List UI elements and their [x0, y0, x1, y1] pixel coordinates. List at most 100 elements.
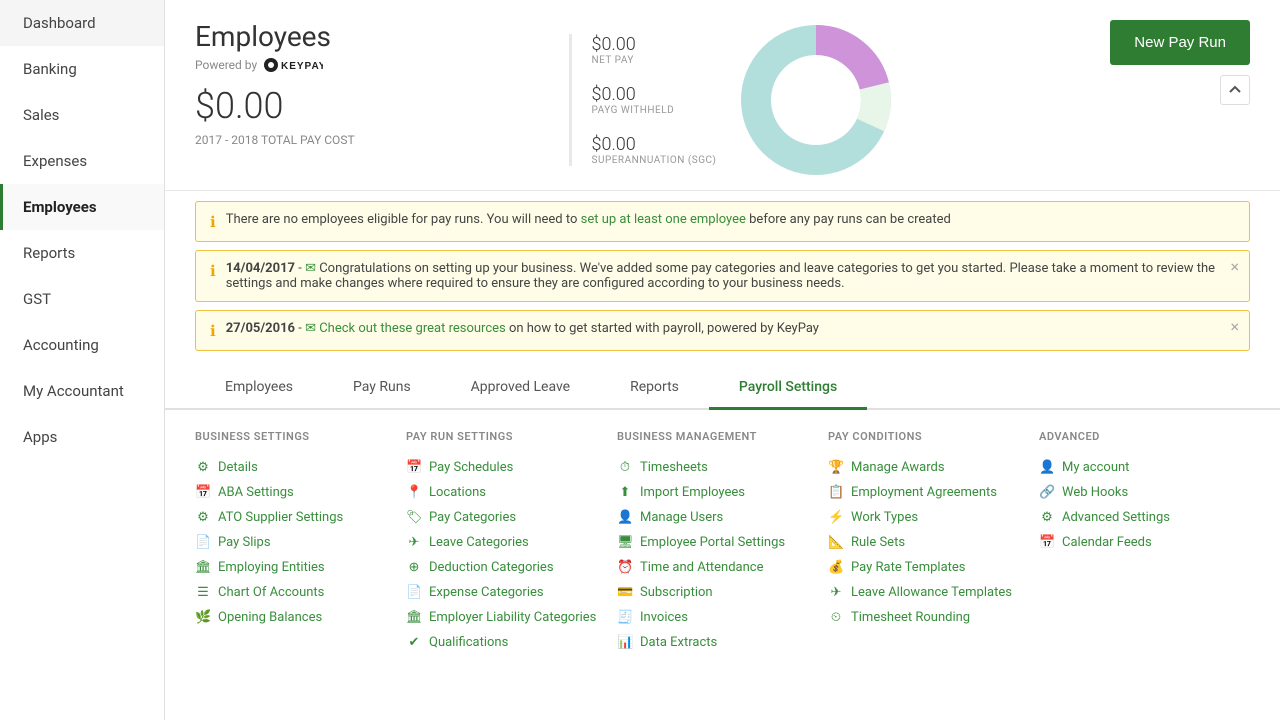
tab-pay-runs[interactable]: Pay Runs — [323, 367, 441, 410]
doc-icon: 📄 — [195, 535, 211, 550]
payroll-settings-grid: BUSINESS SETTINGS⚙Details📅ABA Settings⚙A… — [165, 410, 1280, 720]
bank-icon: 🏛 — [406, 610, 422, 625]
header-stats-row: $0.00NET PAY$0.00PAYG WITHHELD$0.00SUPER… — [569, 20, 897, 180]
settings-item-qualifications[interactable]: ✔Qualifications — [406, 630, 617, 655]
settings-item-label: Import Employees — [640, 485, 745, 500]
sidebar-item-apps[interactable]: Apps — [0, 414, 164, 460]
user-icon: 👤 — [617, 510, 633, 525]
stat-bars: $0.00NET PAY$0.00PAYG WITHHELD$0.00SUPER… — [569, 34, 717, 166]
settings-section-title: PAY RUN SETTINGS — [406, 430, 617, 443]
stat-label-2: SUPERANNUATION (SGC) — [592, 155, 717, 166]
webhook-icon: 🔗 — [1039, 485, 1055, 500]
settings-column-advanced: ADVANCED 👤My account🔗Web Hooks⚙Advanced S… — [1039, 430, 1250, 700]
settings-item-locations[interactable]: 📍 Locations — [406, 480, 617, 505]
settings-item-timesheets[interactable]: ⏱Timesheets — [617, 455, 828, 480]
tab-employees[interactable]: Employees — [195, 367, 323, 410]
settings-item-pay-slips[interactable]: 📄 Pay Slips — [195, 530, 406, 555]
settings-item-data-extracts[interactable]: 📊Data Extracts — [617, 630, 828, 655]
close-notification-3[interactable]: × — [1230, 319, 1239, 335]
warning-icon-3: ℹ — [210, 322, 216, 340]
setup-employee-link[interactable]: set up at least one employee — [581, 212, 746, 227]
gear-icon: ⚙ — [195, 460, 211, 475]
settings-item-label: Manage Users — [640, 510, 723, 525]
settings-item-label: Deduction Categories — [429, 560, 554, 575]
settings-item-pay-schedules[interactable]: 📅Pay Schedules — [406, 455, 617, 480]
settings-item-work-types[interactable]: ⚡Work Types — [828, 505, 1039, 530]
settings-item-rule-sets[interactable]: 📐Rule Sets — [828, 530, 1039, 555]
sidebar-item-employees[interactable]: Employees — [0, 184, 164, 230]
settings-item-subscription[interactable]: 💳Subscription — [617, 580, 828, 605]
settings-item-employing-entities[interactable]: 🏛 Employing Entities — [195, 555, 406, 580]
settings-item-invoices[interactable]: 🧾Invoices — [617, 605, 828, 630]
notification-3-text: 27/05/2016 - ✉ Check out these great res… — [226, 321, 819, 336]
tab-payroll-settings[interactable]: Payroll Settings — [709, 367, 867, 410]
settings-item-aba-settings[interactable]: 📅 ABA Settings — [195, 480, 406, 505]
settings-item-deduction-categories[interactable]: ⊕Deduction Categories — [406, 555, 617, 580]
settings-item-ato-supplier-settings[interactable]: ⚙ATO Supplier Settings — [195, 505, 406, 530]
sidebar-item-gst[interactable]: GST — [0, 276, 164, 322]
resources-link[interactable]: Check out these great resources — [319, 321, 506, 336]
settings-item-label: Employing Entities — [218, 560, 325, 575]
close-notification-2[interactable]: × — [1230, 259, 1239, 275]
settings-item-label: ABA Settings — [218, 485, 294, 500]
settings-item-manage-users[interactable]: 👤 Manage Users — [617, 505, 828, 530]
settings-item-chart-of-accounts[interactable]: ☰ Chart Of Accounts — [195, 580, 406, 605]
settings-section-title: BUSINESS MANAGEMENT — [617, 430, 828, 443]
sidebar-item-accounting[interactable]: Accounting — [0, 322, 164, 368]
settings-item-employee-portal-settings[interactable]: 🖥 Employee Portal Settings — [617, 530, 828, 555]
list-icon: ☰ — [195, 585, 211, 600]
tab-reports[interactable]: Reports — [600, 367, 709, 410]
settings-item-manage-awards[interactable]: 🏆Manage Awards — [828, 455, 1039, 480]
powered-by-text: Powered by — [195, 58, 257, 72]
settings-item-label: Chart Of Accounts — [218, 585, 324, 600]
settings-item-expense-categories[interactable]: 📄Expense Categories — [406, 580, 617, 605]
settings-item-timesheet-rounding[interactable]: ⏲ Timesheet Rounding — [828, 605, 1039, 630]
notification-1: ℹ There are no employees eligible for pa… — [195, 201, 1250, 242]
sidebar-item-dashboard[interactable]: Dashboard — [0, 0, 164, 46]
portal-icon: 🖥 — [617, 535, 633, 550]
settings-item-time-and-attendance[interactable]: ⏰Time and Attendance — [617, 555, 828, 580]
sidebar-item-expenses[interactable]: Expenses — [0, 138, 164, 184]
new-pay-run-button[interactable]: New Pay Run — [1110, 20, 1250, 65]
settings-item-advanced-settings[interactable]: ⚙Advanced Settings — [1039, 505, 1250, 530]
calendar-icon: 📅 — [195, 485, 211, 500]
page-title: Employees — [195, 20, 355, 53]
keypay-logo: KEYPAY — [263, 57, 323, 73]
settings-item-leave-allowance-templates[interactable]: ✈Leave Allowance Templates — [828, 580, 1039, 605]
sidebar-item-sales[interactable]: Sales — [0, 92, 164, 138]
settings-section-title: ADVANCED — [1039, 430, 1250, 443]
header: Employees Powered by KEYPAY $0.00 2017 -… — [165, 0, 1280, 191]
notification-1-text: There are no employees eligible for pay … — [226, 212, 951, 227]
tabs-bar: EmployeesPay RunsApproved LeaveReportsPa… — [165, 367, 1280, 410]
settings-item-label: Locations — [429, 485, 486, 500]
feed-icon: 📅 — [1039, 535, 1055, 550]
bank-icon: 🏛 — [195, 560, 211, 575]
settings-item-details[interactable]: ⚙Details — [195, 455, 406, 480]
settings-item-label: Leave Allowance Templates — [851, 585, 1012, 600]
settings-item-employment-agreements[interactable]: 📋Employment Agreements — [828, 480, 1039, 505]
time-icon: ⏰ — [617, 560, 633, 575]
powered-by: Powered by KEYPAY — [195, 57, 355, 73]
settings-item-label: Employee Portal Settings — [640, 535, 785, 550]
collapse-button[interactable] — [1220, 75, 1250, 105]
settings-item-web-hooks[interactable]: 🔗Web Hooks — [1039, 480, 1250, 505]
keypay-svg: KEYPAY — [263, 57, 323, 73]
settings-item-label: Timesheet Rounding — [851, 610, 970, 625]
settings-item-leave-categories[interactable]: ✈Leave Categories — [406, 530, 617, 555]
settings-item-label: Pay Slips — [218, 535, 271, 550]
settings-item-pay-categories[interactable]: 🏷Pay Categories — [406, 505, 617, 530]
settings-item-import-employees[interactable]: ⬆Import Employees — [617, 480, 828, 505]
sidebar-item-my-accountant[interactable]: My Accountant — [0, 368, 164, 414]
settings-item-opening-balances[interactable]: 🌿Opening Balances — [195, 605, 406, 630]
sidebar-item-reports[interactable]: Reports — [0, 230, 164, 276]
settings-item-label: Invoices — [640, 610, 688, 625]
sidebar-item-banking[interactable]: Banking — [0, 46, 164, 92]
tab-approved-leave[interactable]: Approved Leave — [441, 367, 600, 410]
settings-item-calendar-feeds[interactable]: 📅Calendar Feeds — [1039, 530, 1250, 555]
round-icon: ⏲ — [828, 610, 844, 625]
settings-item-pay-rate-templates[interactable]: 💰Pay Rate Templates — [828, 555, 1039, 580]
gear-icon: ⚙ — [195, 510, 211, 525]
settings-item-my-account[interactable]: 👤My account — [1039, 455, 1250, 480]
settings-item-employer-liability-categories[interactable]: 🏛Employer Liability Categories — [406, 605, 617, 630]
location-icon: 📍 — [406, 485, 422, 500]
